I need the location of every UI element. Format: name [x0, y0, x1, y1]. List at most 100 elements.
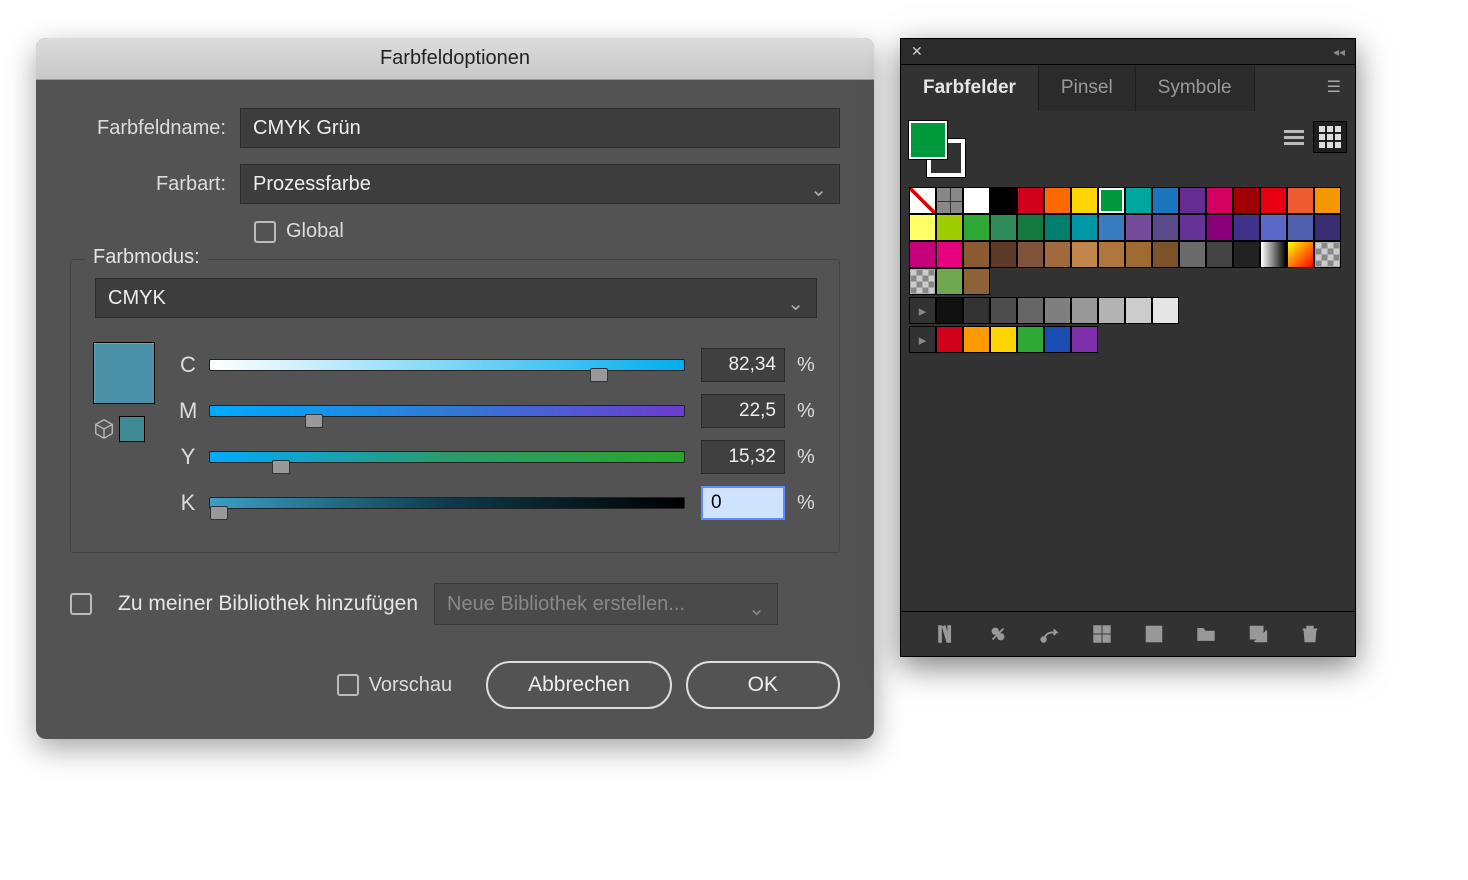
- swatch[interactable]: [1017, 187, 1044, 214]
- black-value-input[interactable]: 0: [701, 486, 785, 520]
- swatch[interactable]: [1233, 187, 1260, 214]
- alt-preview-swatch[interactable]: [119, 416, 145, 442]
- ok-button[interactable]: OK: [686, 661, 840, 709]
- swatch[interactable]: [963, 326, 990, 353]
- yellow-value-input[interactable]: 15,32: [701, 440, 785, 474]
- swatch[interactable]: [963, 297, 990, 324]
- color-group-folder-icon[interactable]: ▸: [909, 297, 936, 324]
- fill-swatch[interactable]: [909, 121, 947, 159]
- swatch[interactable]: [990, 326, 1017, 353]
- new-swatch-icon[interactable]: [1246, 622, 1270, 646]
- swatch[interactable]: [1071, 241, 1098, 268]
- panel-top-bar[interactable]: ✕ ◂◂: [901, 39, 1355, 65]
- swatch[interactable]: [1017, 241, 1044, 268]
- swatch-pattern[interactable]: [909, 268, 936, 295]
- swatch[interactable]: [1017, 297, 1044, 324]
- swatch[interactable]: [909, 214, 936, 241]
- swatch[interactable]: [1152, 241, 1179, 268]
- global-checkbox[interactable]: [254, 221, 276, 243]
- swatch[interactable]: [1152, 187, 1179, 214]
- swatch[interactable]: [1098, 297, 1125, 324]
- color-type-select[interactable]: Prozessfarbe ⌄: [240, 164, 840, 204]
- swatch[interactable]: [1206, 187, 1233, 214]
- show-kinds-icon[interactable]: [986, 622, 1010, 646]
- swatch[interactable]: [1206, 241, 1233, 268]
- tab-brushes[interactable]: Pinsel: [1039, 65, 1136, 111]
- swatch[interactable]: [936, 241, 963, 268]
- edit-swatch-icon[interactable]: [1142, 622, 1166, 646]
- swatch[interactable]: [1125, 297, 1152, 324]
- swatch[interactable]: [963, 214, 990, 241]
- swatch[interactable]: [990, 214, 1017, 241]
- swatch[interactable]: [936, 297, 963, 324]
- collapse-icon[interactable]: ◂◂: [1333, 45, 1345, 59]
- swatch[interactable]: [1233, 241, 1260, 268]
- swatch[interactable]: [1125, 214, 1152, 241]
- swatch[interactable]: [1260, 214, 1287, 241]
- cyan-value-input[interactable]: 82,34: [701, 348, 785, 382]
- swatch[interactable]: [1044, 187, 1071, 214]
- swatch[interactable]: [1044, 214, 1071, 241]
- swatch[interactable]: [1152, 214, 1179, 241]
- swatch[interactable]: [1314, 214, 1341, 241]
- swatch[interactable]: [936, 326, 963, 353]
- swatch-none[interactable]: [909, 187, 936, 214]
- swatch[interactable]: [1314, 187, 1341, 214]
- swatch-options-icon[interactable]: [1038, 622, 1062, 646]
- swatch[interactable]: [1179, 187, 1206, 214]
- cube-icon[interactable]: [93, 418, 115, 440]
- tab-swatches[interactable]: Farbfelder: [901, 65, 1039, 111]
- swatch[interactable]: [990, 297, 1017, 324]
- close-icon[interactable]: ✕: [911, 43, 923, 60]
- list-view-button[interactable]: [1277, 121, 1311, 153]
- new-color-group-icon[interactable]: [1090, 622, 1114, 646]
- swatch[interactable]: [1098, 241, 1125, 268]
- swatch[interactable]: [1071, 326, 1098, 353]
- swatch[interactable]: [963, 187, 990, 214]
- color-mode-select[interactable]: CMYK ⌄: [95, 278, 817, 318]
- swatch[interactable]: [1206, 214, 1233, 241]
- swatch[interactable]: [1071, 214, 1098, 241]
- swatch-gradient[interactable]: [1260, 241, 1287, 268]
- swatch[interactable]: [1179, 241, 1206, 268]
- yellow-slider[interactable]: [209, 451, 685, 463]
- swatch[interactable]: [1098, 187, 1125, 214]
- trash-icon[interactable]: [1298, 622, 1322, 646]
- grid-view-button[interactable]: [1313, 121, 1347, 153]
- swatch[interactable]: [1152, 297, 1179, 324]
- swatch[interactable]: [963, 268, 990, 295]
- swatch[interactable]: [1017, 214, 1044, 241]
- color-group-folder-icon[interactable]: ▸: [909, 326, 936, 353]
- swatch-pattern[interactable]: [1314, 241, 1341, 268]
- swatch-registration[interactable]: [936, 187, 963, 214]
- swatch[interactable]: [1125, 187, 1152, 214]
- magenta-value-input[interactable]: 22,5: [701, 394, 785, 428]
- swatch[interactable]: [963, 241, 990, 268]
- swatch[interactable]: [1260, 187, 1287, 214]
- swatch[interactable]: [1071, 297, 1098, 324]
- folder-icon[interactable]: [1194, 622, 1218, 646]
- swatch[interactable]: [1044, 326, 1071, 353]
- magenta-slider[interactable]: [209, 405, 685, 417]
- swatch[interactable]: [1125, 241, 1152, 268]
- swatch[interactable]: [1044, 297, 1071, 324]
- swatch-gradient[interactable]: [1287, 241, 1314, 268]
- swatch[interactable]: [909, 241, 936, 268]
- swatch[interactable]: [1098, 214, 1125, 241]
- swatch[interactable]: [936, 268, 963, 295]
- add-to-library-checkbox[interactable]: [70, 593, 92, 615]
- cyan-slider[interactable]: [209, 359, 685, 371]
- swatch-libraries-icon[interactable]: [934, 622, 958, 646]
- swatch[interactable]: [990, 187, 1017, 214]
- swatch[interactable]: [1044, 241, 1071, 268]
- swatch[interactable]: [1287, 187, 1314, 214]
- swatch[interactable]: [1017, 326, 1044, 353]
- swatch[interactable]: [1287, 214, 1314, 241]
- swatch[interactable]: [936, 214, 963, 241]
- black-slider[interactable]: [209, 497, 685, 509]
- swatch[interactable]: [1071, 187, 1098, 214]
- cancel-button[interactable]: Abbrechen: [486, 661, 672, 709]
- preview-checkbox[interactable]: [337, 674, 359, 696]
- swatch[interactable]: [1233, 214, 1260, 241]
- swatch-name-input[interactable]: [240, 108, 840, 148]
